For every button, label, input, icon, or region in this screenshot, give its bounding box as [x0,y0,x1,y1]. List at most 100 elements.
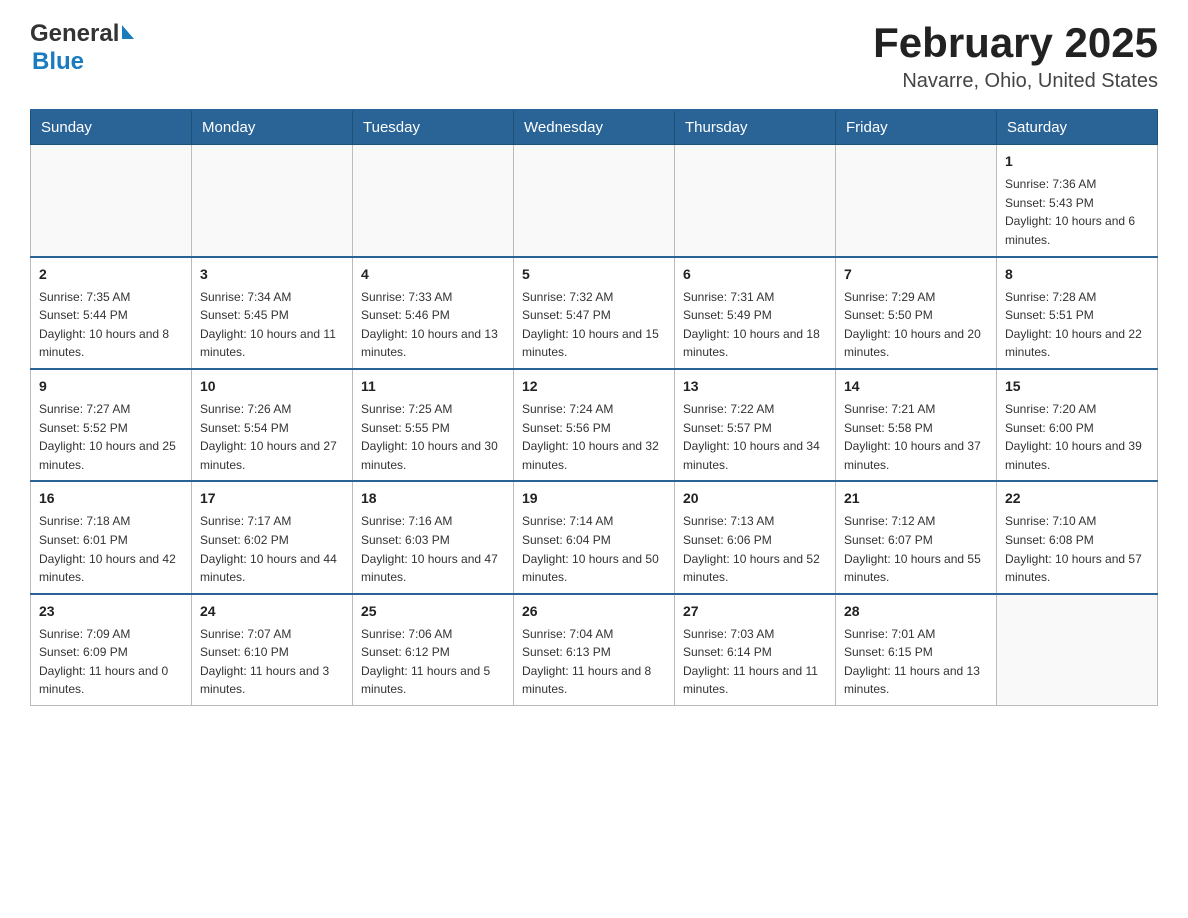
day-info: Sunrise: 7:03 AM Sunset: 6:14 PM Dayligh… [683,625,827,699]
header-wednesday: Wednesday [514,110,675,145]
day-info: Sunrise: 7:16 AM Sunset: 6:03 PM Dayligh… [361,512,505,586]
calendar-day-cell: 15 Sunrise: 7:20 AM Sunset: 6:00 PM Dayli… [997,369,1158,481]
calendar-day-cell: 24 Sunrise: 7:07 AM Sunset: 6:10 PM Dayli… [192,594,353,706]
day-info: Sunrise: 7:18 AM Sunset: 6:01 PM Dayligh… [39,512,183,586]
day-number: 22 [1005,488,1149,509]
day-number: 26 [522,601,666,622]
day-number: 15 [1005,376,1149,397]
calendar-day-cell: 7 Sunrise: 7:29 AM Sunset: 5:50 PM Daylig… [836,257,997,369]
day-info: Sunrise: 7:31 AM Sunset: 5:49 PM Dayligh… [683,288,827,362]
day-info: Sunrise: 7:17 AM Sunset: 6:02 PM Dayligh… [200,512,344,586]
calendar-day-cell: 4Sunrise: 7:33 AM Sunset: 5:46 PM Daylig… [353,257,514,369]
day-number: 17 [200,488,344,509]
day-info: Sunrise: 7:36 AM Sunset: 5:43 PM Dayligh… [1005,175,1149,249]
day-number: 25 [361,601,505,622]
day-number: 4 [361,264,505,285]
calendar-day-cell: 20 Sunrise: 7:13 AM Sunset: 6:06 PM Dayli… [675,481,836,593]
calendar-week-row: 1 Sunrise: 7:36 AM Sunset: 5:43 PM Daylig… [31,145,1158,257]
calendar-title: February 2025 [873,20,1158,66]
calendar-day-cell: 16 Sunrise: 7:18 AM Sunset: 6:01 PM Dayli… [31,481,192,593]
page-header: General Blue February 2025 Navarre, Ohio… [30,20,1158,93]
logo-text-general: General [30,20,119,48]
calendar-day-cell: 18Sunrise: 7:16 AM Sunset: 6:03 PM Dayli… [353,481,514,593]
day-info: Sunrise: 7:09 AM Sunset: 6:09 PM Dayligh… [39,625,183,699]
calendar-week-row: 2Sunrise: 7:35 AM Sunset: 5:44 PM Daylig… [31,257,1158,369]
calendar-day-cell: 12 Sunrise: 7:24 AM Sunset: 5:56 PM Dayli… [514,369,675,481]
day-number: 24 [200,601,344,622]
calendar-day-cell: 19Sunrise: 7:14 AM Sunset: 6:04 PM Dayli… [514,481,675,593]
day-number: 13 [683,376,827,397]
day-number: 12 [522,376,666,397]
day-info: Sunrise: 7:22 AM Sunset: 5:57 PM Dayligh… [683,400,827,474]
calendar-day-cell: 9Sunrise: 7:27 AM Sunset: 5:52 PM Daylig… [31,369,192,481]
day-info: Sunrise: 7:14 AM Sunset: 6:04 PM Dayligh… [522,512,666,586]
day-info: Sunrise: 7:26 AM Sunset: 5:54 PM Dayligh… [200,400,344,474]
calendar-day-cell [997,594,1158,706]
calendar-day-cell: 13 Sunrise: 7:22 AM Sunset: 5:57 PM Dayli… [675,369,836,481]
day-number: 6 [683,264,827,285]
calendar-day-cell: 3 Sunrise: 7:34 AM Sunset: 5:45 PM Daylig… [192,257,353,369]
day-number: 3 [200,264,344,285]
calendar-day-cell: 25 Sunrise: 7:06 AM Sunset: 6:12 PM Dayli… [353,594,514,706]
logo-text-blue: Blue [32,48,84,76]
calendar-day-cell: 28 Sunrise: 7:01 AM Sunset: 6:15 PM Dayli… [836,594,997,706]
day-number: 27 [683,601,827,622]
day-info: Sunrise: 7:24 AM Sunset: 5:56 PM Dayligh… [522,400,666,474]
day-number: 28 [844,601,988,622]
day-info: Sunrise: 7:10 AM Sunset: 6:08 PM Dayligh… [1005,512,1149,586]
day-info: Sunrise: 7:21 AM Sunset: 5:58 PM Dayligh… [844,400,988,474]
calendar-day-cell [31,145,192,257]
calendar-day-cell: 8 Sunrise: 7:28 AM Sunset: 5:51 PM Daylig… [997,257,1158,369]
calendar-day-cell: 17 Sunrise: 7:17 AM Sunset: 6:02 PM Dayli… [192,481,353,593]
day-info: Sunrise: 7:13 AM Sunset: 6:06 PM Dayligh… [683,512,827,586]
day-info: Sunrise: 7:12 AM Sunset: 6:07 PM Dayligh… [844,512,988,586]
calendar-day-cell [192,145,353,257]
calendar-day-cell: 22 Sunrise: 7:10 AM Sunset: 6:08 PM Dayli… [997,481,1158,593]
day-info: Sunrise: 7:04 AM Sunset: 6:13 PM Dayligh… [522,625,666,699]
calendar-week-row: 16 Sunrise: 7:18 AM Sunset: 6:01 PM Dayli… [31,481,1158,593]
day-info: Sunrise: 7:07 AM Sunset: 6:10 PM Dayligh… [200,625,344,699]
calendar-day-cell: 10Sunrise: 7:26 AM Sunset: 5:54 PM Dayli… [192,369,353,481]
header-thursday: Thursday [675,110,836,145]
day-number: 14 [844,376,988,397]
day-info: Sunrise: 7:28 AM Sunset: 5:51 PM Dayligh… [1005,288,1149,362]
title-block: February 2025 Navarre, Ohio, United Stat… [873,20,1158,93]
calendar-day-cell: 11 Sunrise: 7:25 AM Sunset: 5:55 PM Dayli… [353,369,514,481]
calendar-day-cell: 23 Sunrise: 7:09 AM Sunset: 6:09 PM Dayli… [31,594,192,706]
header-tuesday: Tuesday [353,110,514,145]
calendar-day-cell [836,145,997,257]
day-number: 8 [1005,264,1149,285]
calendar-day-cell: 26 Sunrise: 7:04 AM Sunset: 6:13 PM Dayli… [514,594,675,706]
day-number: 1 [1005,151,1149,172]
weekday-header-row: Sunday Monday Tuesday Wednesday Thursday… [31,110,1158,145]
calendar-day-cell: 14 Sunrise: 7:21 AM Sunset: 5:58 PM Dayli… [836,369,997,481]
day-info: Sunrise: 7:06 AM Sunset: 6:12 PM Dayligh… [361,625,505,699]
day-info: Sunrise: 7:01 AM Sunset: 6:15 PM Dayligh… [844,625,988,699]
header-saturday: Saturday [997,110,1158,145]
calendar-day-cell: 2Sunrise: 7:35 AM Sunset: 5:44 PM Daylig… [31,257,192,369]
day-number: 20 [683,488,827,509]
day-number: 11 [361,376,505,397]
calendar-table: Sunday Monday Tuesday Wednesday Thursday… [30,109,1158,706]
day-info: Sunrise: 7:25 AM Sunset: 5:55 PM Dayligh… [361,400,505,474]
day-info: Sunrise: 7:34 AM Sunset: 5:45 PM Dayligh… [200,288,344,362]
calendar-day-cell: 21 Sunrise: 7:12 AM Sunset: 6:07 PM Dayli… [836,481,997,593]
header-sunday: Sunday [31,110,192,145]
day-number: 23 [39,601,183,622]
day-number: 9 [39,376,183,397]
header-friday: Friday [836,110,997,145]
day-number: 16 [39,488,183,509]
day-info: Sunrise: 7:29 AM Sunset: 5:50 PM Dayligh… [844,288,988,362]
day-number: 7 [844,264,988,285]
calendar-week-row: 23 Sunrise: 7:09 AM Sunset: 6:09 PM Dayli… [31,594,1158,706]
day-number: 21 [844,488,988,509]
day-info: Sunrise: 7:32 AM Sunset: 5:47 PM Dayligh… [522,288,666,362]
header-monday: Monday [192,110,353,145]
calendar-day-cell: 1 Sunrise: 7:36 AM Sunset: 5:43 PM Daylig… [997,145,1158,257]
day-number: 5 [522,264,666,285]
calendar-day-cell [675,145,836,257]
day-info: Sunrise: 7:35 AM Sunset: 5:44 PM Dayligh… [39,288,183,362]
calendar-day-cell [353,145,514,257]
day-info: Sunrise: 7:20 AM Sunset: 6:00 PM Dayligh… [1005,400,1149,474]
calendar-day-cell: 27 Sunrise: 7:03 AM Sunset: 6:14 PM Dayli… [675,594,836,706]
